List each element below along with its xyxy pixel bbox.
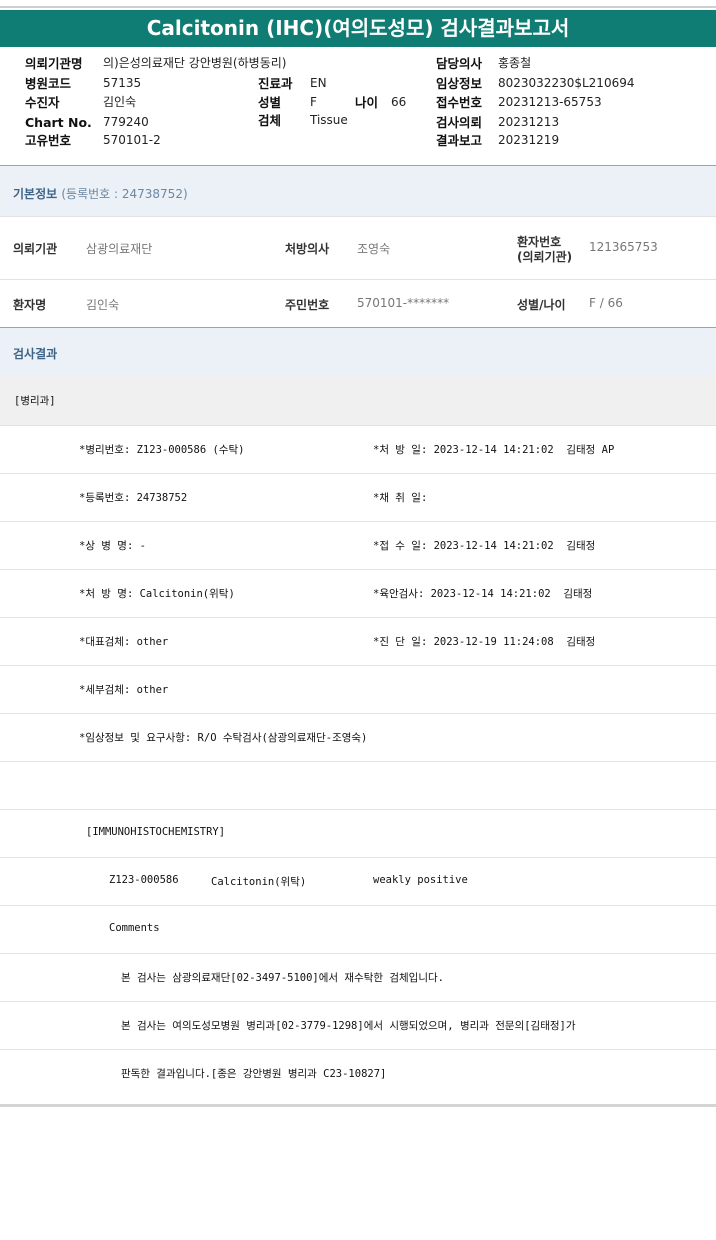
sex-label: 성별 (258, 95, 282, 110)
patient-name-value: 김인숙 (86, 298, 120, 312)
divider (0, 425, 716, 426)
divider (0, 1049, 716, 1050)
divider (0, 809, 716, 810)
prescriber-value: 조영숙 (357, 242, 391, 256)
specimen-value: Tissue (310, 113, 348, 127)
hospital-code-label: 병원코드 (25, 76, 72, 91)
clinical-label: 임상정보 (436, 76, 483, 91)
result-right-1: *채 취 일: (373, 492, 428, 504)
dept-label: 진료과 (258, 76, 293, 91)
report-date-label: 결과보고 (436, 133, 483, 148)
result-left-1: *등록번호: 24738752 (79, 492, 188, 504)
unique-no-label: 고유번호 (25, 133, 72, 148)
divider (0, 953, 716, 954)
prescriber-label: 처방의사 (285, 242, 330, 256)
patient-label: 수진자 (25, 95, 60, 110)
result-right-2: *접 수 일: 2023-12-14 14:21:02 김태정 (373, 540, 596, 552)
comment-1: 본 검사는 삼광의료재단[02-3497-5100]에서 재수탁한 검체입니다. (121, 972, 444, 984)
results-title: 검사결과 (13, 347, 58, 361)
divider (0, 905, 716, 906)
report-title: Calcitonin (IHC)(여의도성모) 검사결과보고서 (0, 10, 716, 47)
comments-label: Comments (109, 922, 160, 934)
comment-3: 판독한 결과입니다.[종은 강안병원 병리과 C23-10827] (121, 1068, 387, 1080)
divider (0, 216, 716, 217)
divider (0, 761, 716, 762)
comment-2: 본 검사는 여의도성모병원 병리과[02-3779-1298]에서 시행되었으며… (121, 1020, 576, 1032)
result-right-0: *처 방 일: 2023-12-14 14:21:02 김태정 AP (373, 444, 615, 456)
dept-label: [병리과] (14, 395, 56, 407)
results-bar (0, 328, 716, 376)
ihc-path-no: Z123-000586 (109, 874, 179, 886)
hospital-code-value: 57135 (103, 76, 142, 90)
ihc-test-name: Calcitonin(위탁) (211, 876, 307, 888)
unique-no-value: 570101-2 (103, 133, 161, 147)
patient-no-sublabel: (의뢰기관) (517, 250, 573, 264)
divider (0, 713, 716, 714)
ihc-header: [IMMUNOHISTOCHEMISTRY] (86, 826, 226, 838)
basic-info-heading: 기본정보 (13, 187, 58, 201)
dept-row (0, 376, 716, 425)
ssn-value: 570101-******* (357, 296, 450, 310)
org-label: 의뢰기관 (13, 242, 58, 256)
patient-value: 김인숙 (103, 95, 137, 109)
sex-age-label: 성별/나이 (517, 298, 566, 312)
request-date-value: 20231213 (498, 115, 560, 129)
doctor-label: 담당의사 (436, 56, 483, 71)
dept-value: EN (310, 76, 327, 90)
bottom-border (0, 1104, 716, 1107)
result-left-3: *처 방 명: Calcitonin(위탁) (79, 588, 235, 600)
org-value: 삼광의료재단 (86, 242, 153, 256)
divider (0, 617, 716, 618)
chart-no-value: 779240 (103, 115, 149, 129)
patient-no-value: 121365753 (589, 240, 658, 254)
result-left-4: *대표검체: other (79, 636, 169, 648)
clinical-value: 8023032230$L210694 (498, 76, 635, 90)
divider (0, 665, 716, 666)
basic-info-title: 기본정보 (등록번호 : 24738752) (13, 185, 188, 202)
request-date-label: 검사의뢰 (436, 115, 483, 130)
result-right-3: *육안검사: 2023-12-14 14:21:02 김태정 (373, 588, 593, 600)
report-date-value: 20231219 (498, 133, 560, 147)
age-value: 66 (391, 95, 407, 109)
chart-no-label: Chart No. (25, 115, 92, 130)
divider (0, 569, 716, 570)
request-org-label: 의뢰기관명 (25, 56, 83, 71)
receipt-value: 20231213-65753 (498, 95, 602, 109)
result-right-4: *진 단 일: 2023-12-19 11:24:08 김태정 (373, 636, 596, 648)
divider (0, 279, 716, 280)
specimen-label: 검체 (258, 113, 282, 128)
result-left-0: *병리번호: Z123-000586 (수탁) (79, 444, 245, 456)
patient-name-label: 환자명 (13, 298, 47, 312)
result-left-5: *세부검체: other (79, 684, 169, 696)
ssn-label: 주민번호 (285, 298, 330, 312)
receipt-label: 접수번호 (436, 95, 483, 110)
result-left-2: *상 병 명: - (79, 540, 146, 552)
divider (0, 857, 716, 858)
ihc-result: weakly positive (373, 874, 468, 886)
request-org-value: 의)은성의료재단 강안병원(하병동리) (103, 56, 287, 70)
doctor-value: 홍종철 (498, 56, 532, 70)
registration-number: (등록번호 : 24738752) (61, 187, 188, 201)
sex-age-value: F / 66 (589, 296, 623, 310)
divider (0, 521, 716, 522)
top-border (0, 6, 716, 8)
age-label: 나이 (355, 95, 379, 110)
result-left-6: *임상정보 및 요구사항: R/O 수탁검사(삼광의료재단-조영숙) (79, 732, 368, 744)
sex-value: F (310, 95, 317, 109)
divider (0, 473, 716, 474)
divider (0, 1001, 716, 1002)
